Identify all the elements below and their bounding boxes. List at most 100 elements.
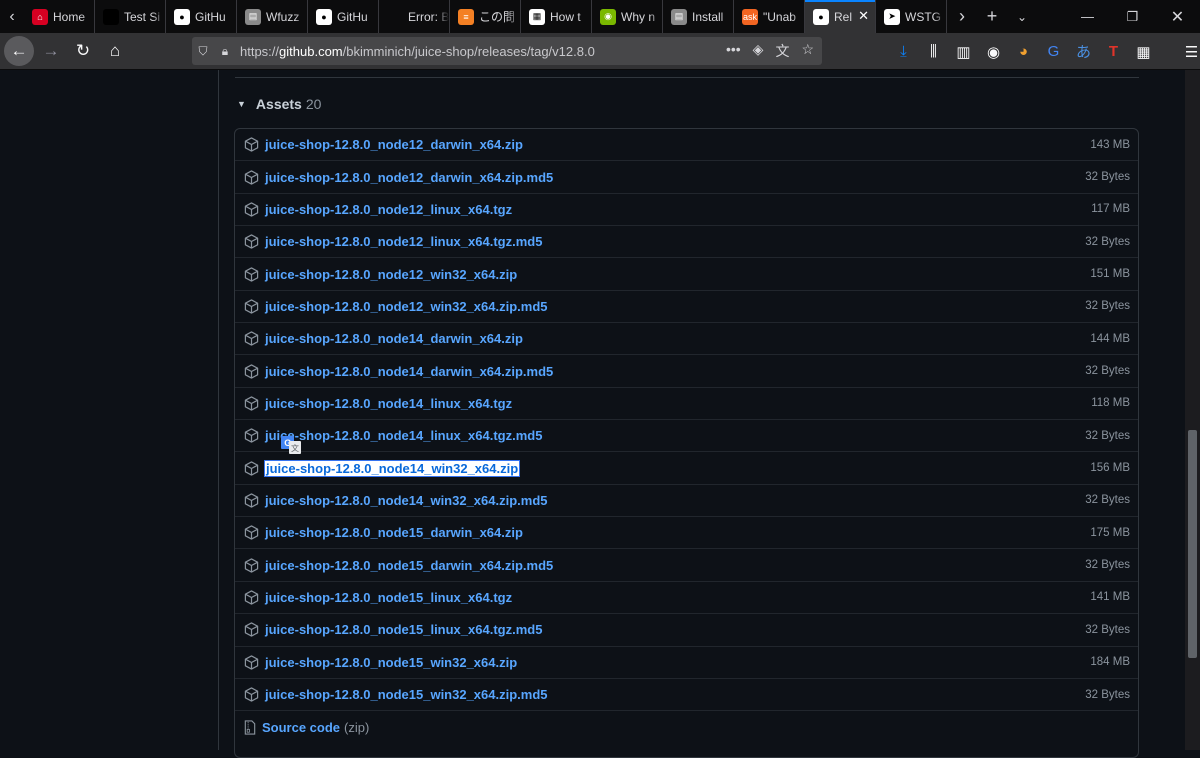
package-icon bbox=[244, 557, 259, 573]
asset-size: 144 MB bbox=[1090, 332, 1130, 345]
asset-download-link[interactable]: juice-shop-12.8.0_node12_darwin_x64.zip bbox=[265, 137, 523, 152]
tab-label: Error: Bloc bbox=[408, 9, 449, 24]
asset-download-link[interactable]: juice-shop-12.8.0_node12_linux_x64.tgz.m… bbox=[265, 234, 542, 249]
tab-scroll-right-icon[interactable]: › bbox=[947, 0, 977, 33]
source-code-zip-link[interactable]: Source code bbox=[262, 720, 340, 735]
back-button-icon[interactable]: ← bbox=[4, 36, 34, 66]
lock-icon[interactable]: 🔒︎ bbox=[214, 44, 236, 59]
translate-page-icon[interactable]: 文 bbox=[775, 41, 789, 61]
asset-size: 32 Bytes bbox=[1085, 688, 1130, 701]
tab-favicon-icon: ▤ bbox=[245, 8, 261, 25]
scrollbar-thumb[interactable] bbox=[1188, 430, 1197, 658]
tab-label: "Unab bbox=[763, 9, 796, 24]
tab-label: GitHu bbox=[337, 9, 368, 24]
page-actions-icon[interactable]: ••• bbox=[726, 41, 741, 61]
asset-size: 184 MB bbox=[1090, 656, 1130, 669]
translator-extension-icon[interactable]: あ bbox=[1073, 41, 1094, 62]
tab-favicon-icon: ≡ bbox=[458, 8, 474, 25]
home-icon[interactable]: ⌂ bbox=[100, 36, 130, 66]
url-text[interactable]: https://github.com/bkimminich/juice-shop… bbox=[240, 44, 595, 59]
minimize-icon[interactable]: — bbox=[1065, 0, 1110, 33]
asset-size: 151 MB bbox=[1090, 268, 1130, 281]
close-tab-icon[interactable]: ✕ bbox=[858, 8, 869, 24]
browser-tab[interactable]: ● Rel ✕ bbox=[805, 0, 876, 33]
asset-size: 32 Bytes bbox=[1085, 494, 1130, 507]
package-icon bbox=[244, 396, 259, 411]
asset-download-link[interactable]: juice-shop-12.8.0_node15_darwin_x64.zip.… bbox=[265, 558, 553, 573]
asset-download-link[interactable]: juice-shop-12.8.0_node14_darwin_x64.zip bbox=[265, 331, 523, 346]
pocket-icon[interactable]: ◈ bbox=[753, 41, 764, 61]
navigation-toolbar: ← → ↻ ⌂ ⛉ 🔒︎ https://github.com/bkimmini… bbox=[0, 33, 1200, 70]
caret-down-icon: ▼ bbox=[237, 99, 246, 109]
asset-download-link[interactable]: juice-shop-12.8.0_node12_win32_x64.zip bbox=[265, 267, 517, 282]
asset-download-link[interactable]: juice-shop-12.8.0_node14_win32_x64.zip.m… bbox=[265, 493, 548, 508]
tab-favicon-icon bbox=[103, 8, 119, 25]
asset-row: juice-shop-12.8.0_node14_win32_x64.zip.m… bbox=[235, 485, 1138, 518]
browser-tab[interactable]: Error: Bloc bbox=[379, 0, 450, 33]
asset-download-link[interactable]: juice-shop-12.8.0_node12_linux_x64.tgz bbox=[265, 202, 512, 217]
browser-tab[interactable]: ➤ WSTG bbox=[876, 0, 947, 33]
browser-tab[interactable]: ● GitHu bbox=[166, 0, 237, 33]
google-translate-icon[interactable]: G bbox=[1043, 41, 1064, 62]
package-icon bbox=[244, 622, 259, 637]
text-extension-icon[interactable]: T bbox=[1103, 41, 1124, 62]
asset-download-link[interactable]: juice-shop-12.8.0_node15_darwin_x64.zip bbox=[265, 525, 523, 540]
bookmark-star-icon[interactable]: ☆ bbox=[801, 41, 814, 61]
package-icon bbox=[244, 493, 259, 508]
assets-summary[interactable]: ▼ Assets 20 bbox=[237, 96, 321, 112]
new-tab-icon[interactable]: + bbox=[977, 0, 1007, 33]
asset-download-link[interactable]: juice-shop-12.8.0_node12_darwin_x64.zip.… bbox=[265, 170, 553, 185]
tab-label: Why n bbox=[621, 9, 656, 24]
tab-favicon-icon: ⌂ bbox=[32, 8, 48, 25]
asset-size: 32 Bytes bbox=[1085, 235, 1130, 248]
file-zip-icon bbox=[244, 720, 256, 735]
assets-list: juice-shop-12.8.0_node12_darwin_x64.zip 1… bbox=[234, 128, 1139, 758]
asset-download-link[interactable]: juice-shop-12.8.0_node15_win32_x64.zip.m… bbox=[265, 687, 548, 702]
sidebar-icon[interactable]: ▥ bbox=[953, 41, 974, 62]
tracking-shield-icon[interactable]: ⛉ bbox=[192, 44, 214, 59]
asset-download-link[interactable]: juice-shop-12.8.0_node14_linux_x64.tgz.m… bbox=[265, 428, 542, 443]
forward-button-icon[interactable]: → bbox=[36, 36, 66, 66]
url-bar[interactable]: ⛉ 🔒︎ https://github.com/bkimminich/juice… bbox=[192, 37, 822, 65]
asset-download-link[interactable]: juice-shop-12.8.0_node14_win32_x64.zip bbox=[263, 459, 521, 477]
browser-tab[interactable]: ◉ Why n bbox=[592, 0, 663, 33]
package-icon bbox=[244, 299, 259, 314]
browser-tab[interactable]: ● GitHu bbox=[308, 0, 379, 33]
browser-tab[interactable]: ▤ Wfuzz bbox=[237, 0, 308, 33]
asset-download-link[interactable]: juice-shop-12.8.0_node14_linux_x64.tgz bbox=[265, 396, 512, 411]
reload-icon[interactable]: ↻ bbox=[68, 36, 98, 66]
tab-scroll-left-icon[interactable]: ‹ bbox=[0, 0, 24, 33]
url-domain: github.com bbox=[279, 43, 343, 59]
account-icon[interactable]: ◉ bbox=[983, 41, 1004, 62]
downloads-icon[interactable]: ⤓ bbox=[893, 41, 914, 62]
package-icon bbox=[244, 687, 259, 702]
asset-download-link[interactable]: juice-shop-12.8.0_node14_darwin_x64.zip.… bbox=[265, 364, 553, 379]
google-translate-popup-icon[interactable]: G 文 bbox=[281, 436, 301, 454]
browser-tab[interactable]: Test Si bbox=[95, 0, 166, 33]
close-window-icon[interactable]: ✕ bbox=[1155, 0, 1200, 33]
asset-row: juice-shop-12.8.0_node12_win32_x64.zip.m… bbox=[235, 291, 1138, 324]
asset-row: juice-shop-12.8.0_node12_linux_x64.tgz 11… bbox=[235, 194, 1138, 227]
asset-download-link[interactable]: juice-shop-12.8.0_node15_win32_x64.zip bbox=[265, 655, 517, 670]
browser-tab[interactable]: ≡ この問 bbox=[450, 0, 521, 33]
page-scrollbar[interactable] bbox=[1185, 70, 1200, 750]
asset-download-link[interactable]: juice-shop-12.8.0_node15_linux_x64.tgz bbox=[265, 590, 512, 605]
asset-size: 32 Bytes bbox=[1085, 623, 1130, 636]
extensions-grid-icon[interactable]: ▦ bbox=[1133, 41, 1154, 62]
tab-label: Install bbox=[692, 9, 724, 24]
url-prefix: https:// bbox=[240, 43, 280, 59]
menu-hamburger-icon[interactable]: ☰ bbox=[1181, 41, 1200, 62]
package-icon bbox=[244, 590, 259, 605]
library-icon[interactable]: ⫼ bbox=[923, 41, 944, 62]
all-tabs-icon[interactable]: ⌄ bbox=[1007, 0, 1037, 33]
tab-favicon-icon: ➤ bbox=[884, 8, 900, 25]
browser-tab[interactable]: ▦ How t bbox=[521, 0, 592, 33]
browser-tab[interactable]: ⌂ Home bbox=[24, 0, 95, 33]
restore-icon[interactable]: ❐ bbox=[1110, 0, 1155, 33]
extension-local-icon[interactable]: ◕ bbox=[1013, 41, 1034, 62]
asset-download-link[interactable]: juice-shop-12.8.0_node15_linux_x64.tgz.m… bbox=[265, 622, 542, 637]
asset-download-link[interactable]: juice-shop-12.8.0_node12_win32_x64.zip.m… bbox=[265, 299, 548, 314]
browser-tab[interactable]: ask "Unab bbox=[734, 0, 805, 33]
browser-tab[interactable]: ▤ Install bbox=[663, 0, 734, 33]
package-icon bbox=[244, 202, 259, 217]
